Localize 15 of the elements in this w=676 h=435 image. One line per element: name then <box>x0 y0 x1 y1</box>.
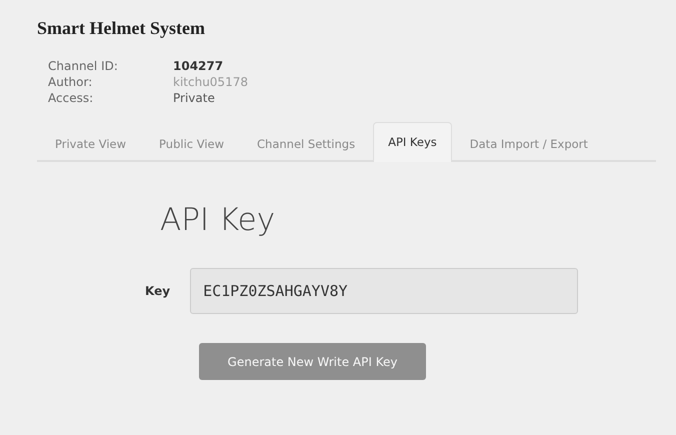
tab[interactable]: Data Import / Export <box>454 124 603 162</box>
channel-title: Smart Helmet System <box>37 18 206 39</box>
field-label: Key <box>145 284 170 298</box>
tab[interactable]: Public View <box>144 124 240 162</box>
info-value: kitchu05178 <box>173 75 249 89</box>
info-value: Private <box>173 91 216 105</box>
info-value: 104277 <box>173 59 224 73</box>
section-heading: API Key <box>160 202 276 238</box>
api-key-field[interactable]: EC1PZ0ZSAHGAYV8Y <box>190 268 578 314</box>
tab[interactable]: API Keys <box>373 122 452 162</box>
info-label: Access: <box>48 91 94 105</box>
info-label: Author: <box>48 75 94 89</box>
tab[interactable]: Private View <box>40 124 142 162</box>
info-label: Channel ID: <box>48 59 119 73</box>
tab[interactable]: Channel Settings <box>242 124 370 162</box>
